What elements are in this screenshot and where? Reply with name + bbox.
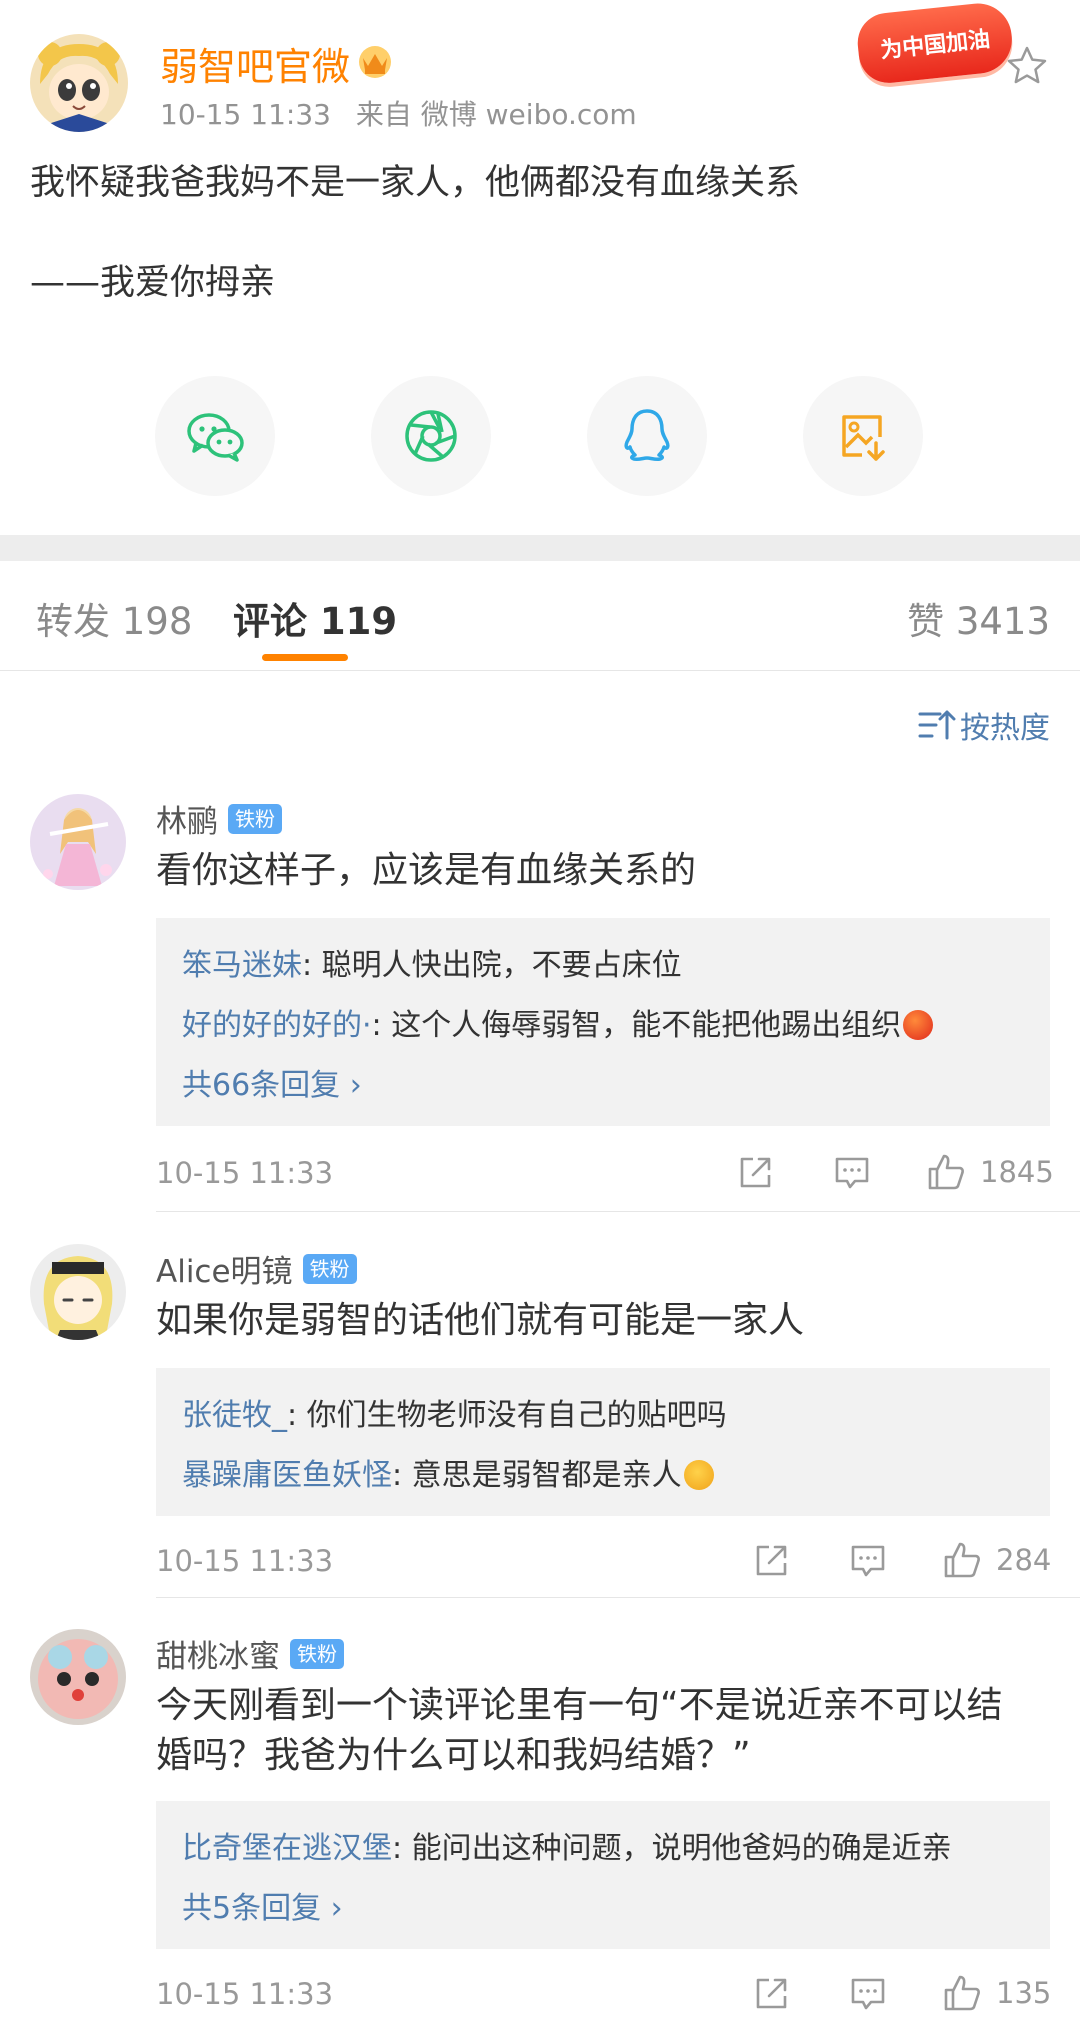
comment-footer: 10-15 11:33 284 <box>156 1540 1051 1584</box>
like-comment-button[interactable]: 284 <box>942 1540 1051 1580</box>
commenter-name[interactable]: 甜桃冰蜜 <box>156 1631 280 1676</box>
thumbs-up-icon <box>944 1975 980 2011</box>
save-image-button[interactable] <box>803 376 923 496</box>
save-image-icon <box>842 415 885 461</box>
repost-comment-button[interactable] <box>752 1973 792 2013</box>
post-tabs: 转发 198 评论 119 赞 3413 <box>0 561 1080 671</box>
share-icon <box>740 1157 771 1188</box>
fan-badge: 铁粉 <box>228 803 282 834</box>
sort-icon <box>918 710 956 740</box>
comment-text: 看你这样子，应该是有血缘关系的 <box>156 850 697 891</box>
share-moments-button[interactable] <box>371 376 491 496</box>
reply-item: 比奇堡在逃汉堡: 能问出这种问题，说明他爸妈的确是近亲 <box>182 1831 952 1866</box>
more-replies-link[interactable]: 共5条回复 › <box>182 1879 1024 1939</box>
fan-badge: 铁粉 <box>302 1253 357 1284</box>
commenter-avatar[interactable] <box>30 1629 126 1725</box>
comment-icon <box>851 1545 885 1577</box>
active-tab-indicator <box>262 654 348 661</box>
thumbs-up-icon <box>928 1154 964 1190</box>
sort-label: 按热度 <box>960 711 1050 746</box>
qq-icon <box>624 409 670 462</box>
thumbs-up-icon <box>944 1542 980 1578</box>
reply-text: 这个人侮辱弱智，能不能把他踢出组织 <box>391 1008 902 1043</box>
comment-divider <box>156 1597 1080 1598</box>
reply-text: 能问出这种问题，说明他爸妈的确是近亲 <box>411 1831 952 1866</box>
post-source: 来自 微博 weibo.com <box>355 98 637 131</box>
reply-comment-button[interactable] <box>832 1152 872 1192</box>
comment-text-line: 今天刚看到一个读评论里有一句“不是说近亲不可以结 <box>156 1685 1003 1726</box>
reply-text: 你们生物老师没有自己的贴吧吗 <box>306 1398 727 1433</box>
more-replies-link[interactable]: 共66条回复 › <box>182 1056 1024 1116</box>
commenter-name[interactable]: 林鹂 <box>156 796 218 841</box>
like-count: 135 <box>996 1976 1052 2010</box>
commenter-avatar[interactable] <box>30 1244 126 1340</box>
comment-icon <box>851 1978 885 2010</box>
sort-by-hot-button[interactable]: 按热度 <box>918 703 1050 747</box>
like-count: 284 <box>996 1543 1052 1577</box>
commenter-name-row: 林鹂 铁粉 <box>156 796 282 841</box>
comment-divider <box>156 1211 1080 1212</box>
commenter-name-row: Alice明镜 铁粉 <box>156 1246 357 1291</box>
share-icon <box>756 1545 787 1576</box>
reply-comment-button[interactable] <box>848 1540 888 1580</box>
comment-text-line: 婚吗？我爸为什么可以和我妈结婚？” <box>156 1735 751 1776</box>
comment-time: 10-15 11:33 <box>156 1544 334 1578</box>
section-divider <box>0 535 1080 561</box>
post-meta: 10-15 11:33 来自 微博 weibo.com <box>160 93 653 133</box>
comment-icon <box>835 1157 869 1189</box>
like-comment-button[interactable]: 1845 <box>926 1152 1054 1192</box>
replies-box[interactable]: 笨马迷妹: 聪明人快出院，不要占床位 好的好的好的·: 这个人侮辱弱智，能不能把… <box>156 918 1050 1126</box>
tab-repost[interactable]: 转发 198 <box>36 591 192 645</box>
reply-item: 好的好的好的·: 这个人侮辱弱智，能不能把他踢出组织 <box>182 996 1024 1056</box>
crown-icon <box>355 40 395 80</box>
reply-text: 聪明人快出院，不要占床位 <box>321 948 682 983</box>
moments-icon <box>405 410 457 462</box>
comment-time: 10-15 11:33 <box>156 1977 334 2011</box>
like-comment-button[interactable]: 135 <box>942 1973 1051 2013</box>
fan-badge: 铁粉 <box>290 1638 344 1669</box>
repost-comment-button[interactable] <box>752 1540 792 1580</box>
weibo-post: 弱智吧官微 10-15 11:33 来自 微博 weibo.com 为中国加油 … <box>0 0 1080 535</box>
author-avatar[interactable] <box>30 34 128 132</box>
reply-comment-button[interactable] <box>848 1973 888 2013</box>
reply-author[interactable]: 比奇堡在逃汉堡 <box>182 1831 392 1866</box>
reply-author[interactable]: 暴躁庸医鱼妖怪 <box>182 1458 392 1493</box>
like-count: 1845 <box>980 1155 1054 1189</box>
replies-box[interactable]: 比奇堡在逃汉堡: 能问出这种问题，说明他爸妈的确是近亲 共5条回复 › <box>156 1801 1050 1949</box>
comment-footer: 10-15 11:33 1845 <box>156 1152 1054 1196</box>
post-signature: ——我爱你拇亲 <box>30 263 276 303</box>
star-icon[interactable] <box>1005 44 1049 88</box>
scared-emoji-icon <box>683 1460 714 1490</box>
post-time: 10-15 11:33 <box>160 98 331 131</box>
replies-box[interactable]: 张徒牧_: 你们生物老师没有自己的贴吧吗 暴躁庸医鱼妖怪: 意思是弱智都是亲人 <box>156 1368 1050 1516</box>
reply-author[interactable]: 好的好的好的· <box>182 1008 372 1043</box>
post-text: 我怀疑我爸我妈不是一家人，他俩都没有血缘关系 <box>30 163 801 203</box>
share-qq-button[interactable] <box>587 376 707 496</box>
reply-text: 意思是弱智都是亲人 <box>411 1458 682 1493</box>
commenter-avatar[interactable] <box>30 794 126 890</box>
reply-author[interactable]: 笨马迷妹 <box>182 948 302 983</box>
reply-item: 张徒牧_: 你们生物老师没有自己的贴吧吗 <box>182 1398 727 1433</box>
commenter-name-row: 甜桃冰蜜 铁粉 <box>156 1631 344 1676</box>
wechat-icon <box>187 413 244 462</box>
reply-author[interactable]: 张徒牧_ <box>182 1398 287 1433</box>
tab-likes[interactable]: 赞 3413 <box>907 591 1050 645</box>
comment-text: 今天刚看到一个读评论里有一句“不是说近亲不可以结 婚吗？我爸为什么可以和我妈结婚… <box>156 1681 1056 1781</box>
comment-time: 10-15 11:33 <box>156 1156 334 1190</box>
share-icon <box>756 1978 787 2009</box>
reply-item: 暴躁庸医鱼妖怪: 意思是弱智都是亲人 <box>182 1446 1024 1506</box>
author-name[interactable]: 弱智吧官微 <box>160 36 350 91</box>
angry-emoji-icon <box>903 1010 934 1040</box>
commenter-name[interactable]: Alice明镜 <box>156 1246 293 1291</box>
comment-footer: 10-15 11:33 135 <box>156 1973 1051 2017</box>
repost-comment-button[interactable] <box>736 1152 776 1192</box>
comment-text: 如果你是弱智的话他们就有可能是一家人 <box>156 1300 805 1341</box>
reply-item: 笨马迷妹: 聪明人快出院，不要占床位 <box>182 948 682 983</box>
promo-badge[interactable]: 为中国加油 <box>854 0 1016 86</box>
tab-comments[interactable]: 评论 119 <box>233 591 397 645</box>
share-wechat-button[interactable] <box>155 376 275 496</box>
